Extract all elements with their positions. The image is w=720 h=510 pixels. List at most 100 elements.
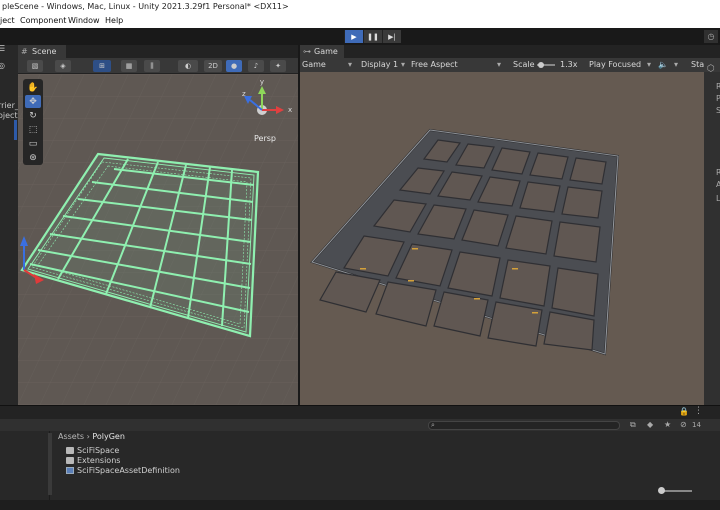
scene-tabbar: # Scene — [18, 45, 298, 58]
svg-text:z: z — [242, 90, 246, 98]
move-snap-icon[interactable]: ⊞ — [93, 60, 111, 72]
audio-icon[interactable]: ♪ — [248, 60, 264, 72]
draw-mode-icon[interactable]: ▧ — [27, 60, 43, 72]
inspector-label: L — [716, 194, 720, 203]
search-icon: ⌕ — [431, 421, 435, 429]
menu-bar: ject Component Window Help — [0, 14, 720, 28]
move-tool-icon[interactable]: ✥ — [25, 95, 41, 108]
scene-toolbar: ▧ ◈ ⊞ ▦ ⫼ ◐ 2D ● ♪ ✦ — [18, 58, 298, 74]
play-controls: ▶ ❚❚ ▶| — [344, 30, 401, 43]
scene-grid-icon: # — [21, 47, 28, 56]
inspector-label: R — [716, 168, 720, 177]
folder-icon — [66, 457, 74, 464]
play-mode-dropdown[interactable]: Play Focused — [589, 58, 641, 72]
hidden-packages-icon[interactable]: ⊘ — [680, 420, 687, 429]
gamepad-icon: ⊶ — [303, 47, 311, 56]
menu-item-help[interactable]: Help — [105, 14, 123, 28]
tab-game-label: Game — [314, 47, 338, 56]
display-dropdown[interactable]: Display 1 — [361, 58, 398, 72]
scale-label: Scale — [513, 60, 535, 69]
game-viewport[interactable] — [300, 72, 704, 405]
tab-scene-label: Scene — [32, 47, 57, 56]
menu-item-project[interactable]: ject — [0, 14, 15, 28]
history-icon[interactable]: ◷ — [704, 30, 718, 43]
game-toolbar: Game ▾ Display 1 ▾ Free Aspect ▾ Scale 1… — [300, 58, 720, 72]
mute-icon[interactable]: 🔈 — [658, 58, 668, 72]
list-item[interactable]: SciFiSpaceAssetDefinition — [66, 466, 180, 475]
favorite-icon[interactable]: ★ — [664, 420, 671, 429]
project-tabbar: 🔒 ⋮ — [0, 405, 720, 419]
grid-icon[interactable]: ▦ — [121, 60, 137, 72]
persp-label[interactable]: Persp — [254, 134, 276, 143]
list-item-label: SciFiSpaceAssetDefinition — [77, 466, 180, 475]
hierarchy-search-icon[interactable]: ◎ — [0, 61, 5, 70]
count-badge: 14 — [692, 421, 701, 429]
stats-button[interactable]: Sta — [691, 58, 704, 72]
menu-item-component[interactable]: Component — [20, 14, 66, 28]
list-item[interactable]: Extensions — [66, 456, 120, 465]
scale-value: 1.3x — [560, 60, 578, 69]
hierarchy-item-object[interactable]: oject — [0, 111, 18, 120]
rotate-tool-icon[interactable]: ↻ — [25, 109, 41, 122]
scene-canvas: y x z Persp — [18, 74, 298, 405]
filter-label-icon[interactable]: ◆ — [647, 420, 653, 429]
svg-text:y: y — [260, 78, 264, 86]
folder-tree-scrollbar[interactable] — [48, 433, 52, 495]
project-search-input[interactable]: ⌕ — [428, 421, 620, 430]
breadcrumb-polygen[interactable]: PolyGen — [92, 432, 125, 441]
snap-icon[interactable]: ⫼ — [144, 60, 160, 72]
inspector-label: P — [716, 94, 720, 103]
folder-icon — [66, 447, 74, 454]
step-icon[interactable]: ▶| — [382, 30, 401, 43]
shading-icon[interactable]: ◐ — [178, 60, 198, 72]
tab-game[interactable]: ⊶ Game — [300, 45, 344, 58]
rendered-floor-mesh — [310, 128, 620, 356]
list-item-label: Extensions — [77, 456, 121, 465]
chevron-down-icon[interactable]: ▾ — [497, 58, 501, 72]
chevron-down-icon[interactable]: ▾ — [674, 58, 678, 72]
lock-icon[interactable]: 🔒 — [679, 407, 689, 416]
window-title: pleScene - Windows, Mac, Linux - Unity 2… — [0, 0, 720, 14]
aspect-dropdown[interactable]: Free Aspect — [411, 58, 458, 72]
game-render — [310, 128, 620, 356]
inspector-label: S — [716, 106, 720, 115]
transform-tool-icon[interactable]: ⊛ — [25, 151, 41, 164]
selection-marker — [14, 120, 17, 140]
hand-tool-icon[interactable]: ✋ — [25, 81, 41, 94]
inspector-panel: R P S R A L ⬡ — [704, 64, 720, 405]
lighting-icon[interactable]: ● — [226, 60, 242, 72]
scale-slider-knob[interactable] — [538, 62, 544, 68]
scene-viewport[interactable]: y x z Persp — [18, 74, 298, 405]
rect-tool-icon[interactable]: ▭ — [25, 137, 41, 150]
scale-tool-icon[interactable]: ⬚ — [25, 123, 41, 136]
icon-size-slider-knob[interactable] — [658, 487, 665, 494]
gizmo-cube-icon[interactable]: ◈ — [55, 60, 71, 72]
breadcrumb-assets[interactable]: Assets — [58, 432, 84, 441]
game-view-dropdown[interactable]: Game — [302, 58, 326, 72]
chevron-down-icon[interactable]: ▾ — [647, 58, 651, 72]
icon-size-slider[interactable] — [662, 490, 692, 492]
breadcrumb: Assets › PolyGen — [58, 432, 125, 441]
list-item[interactable]: SciFiSpace — [66, 446, 119, 455]
cube-icon: ⬡ — [707, 64, 715, 74]
breadcrumb-separator: › — [86, 432, 90, 441]
menu-item-window[interactable]: Window — [68, 14, 100, 28]
pause-icon[interactable]: ❚❚ — [363, 30, 382, 43]
tab-scene[interactable]: # Scene — [18, 45, 66, 58]
status-bar — [0, 500, 720, 510]
hierarchy-tab-icon[interactable]: ☰ — [0, 45, 5, 53]
game-tabbar: ⊶ Game — [300, 45, 720, 58]
effects-icon[interactable]: ✦ — [270, 60, 286, 72]
project-folder-tree — [0, 431, 50, 510]
more-icon[interactable]: ⋮ — [694, 406, 703, 416]
tool-palette: ✋ ✥ ↻ ⬚ ▭ ⊛ — [23, 79, 43, 165]
hierarchy-item-barrier[interactable]: rrier_ — [0, 101, 18, 110]
chevron-down-icon[interactable]: ▾ — [348, 58, 352, 72]
inspector-label: A — [716, 180, 720, 189]
play-icon[interactable]: ▶ — [344, 30, 363, 43]
asset-icon — [66, 467, 74, 474]
list-item-label: SciFiSpace — [77, 446, 120, 455]
mode-2d-button[interactable]: 2D — [204, 60, 222, 72]
chevron-down-icon[interactable]: ▾ — [401, 58, 405, 72]
filter-type-icon[interactable]: ⧉ — [630, 420, 636, 430]
